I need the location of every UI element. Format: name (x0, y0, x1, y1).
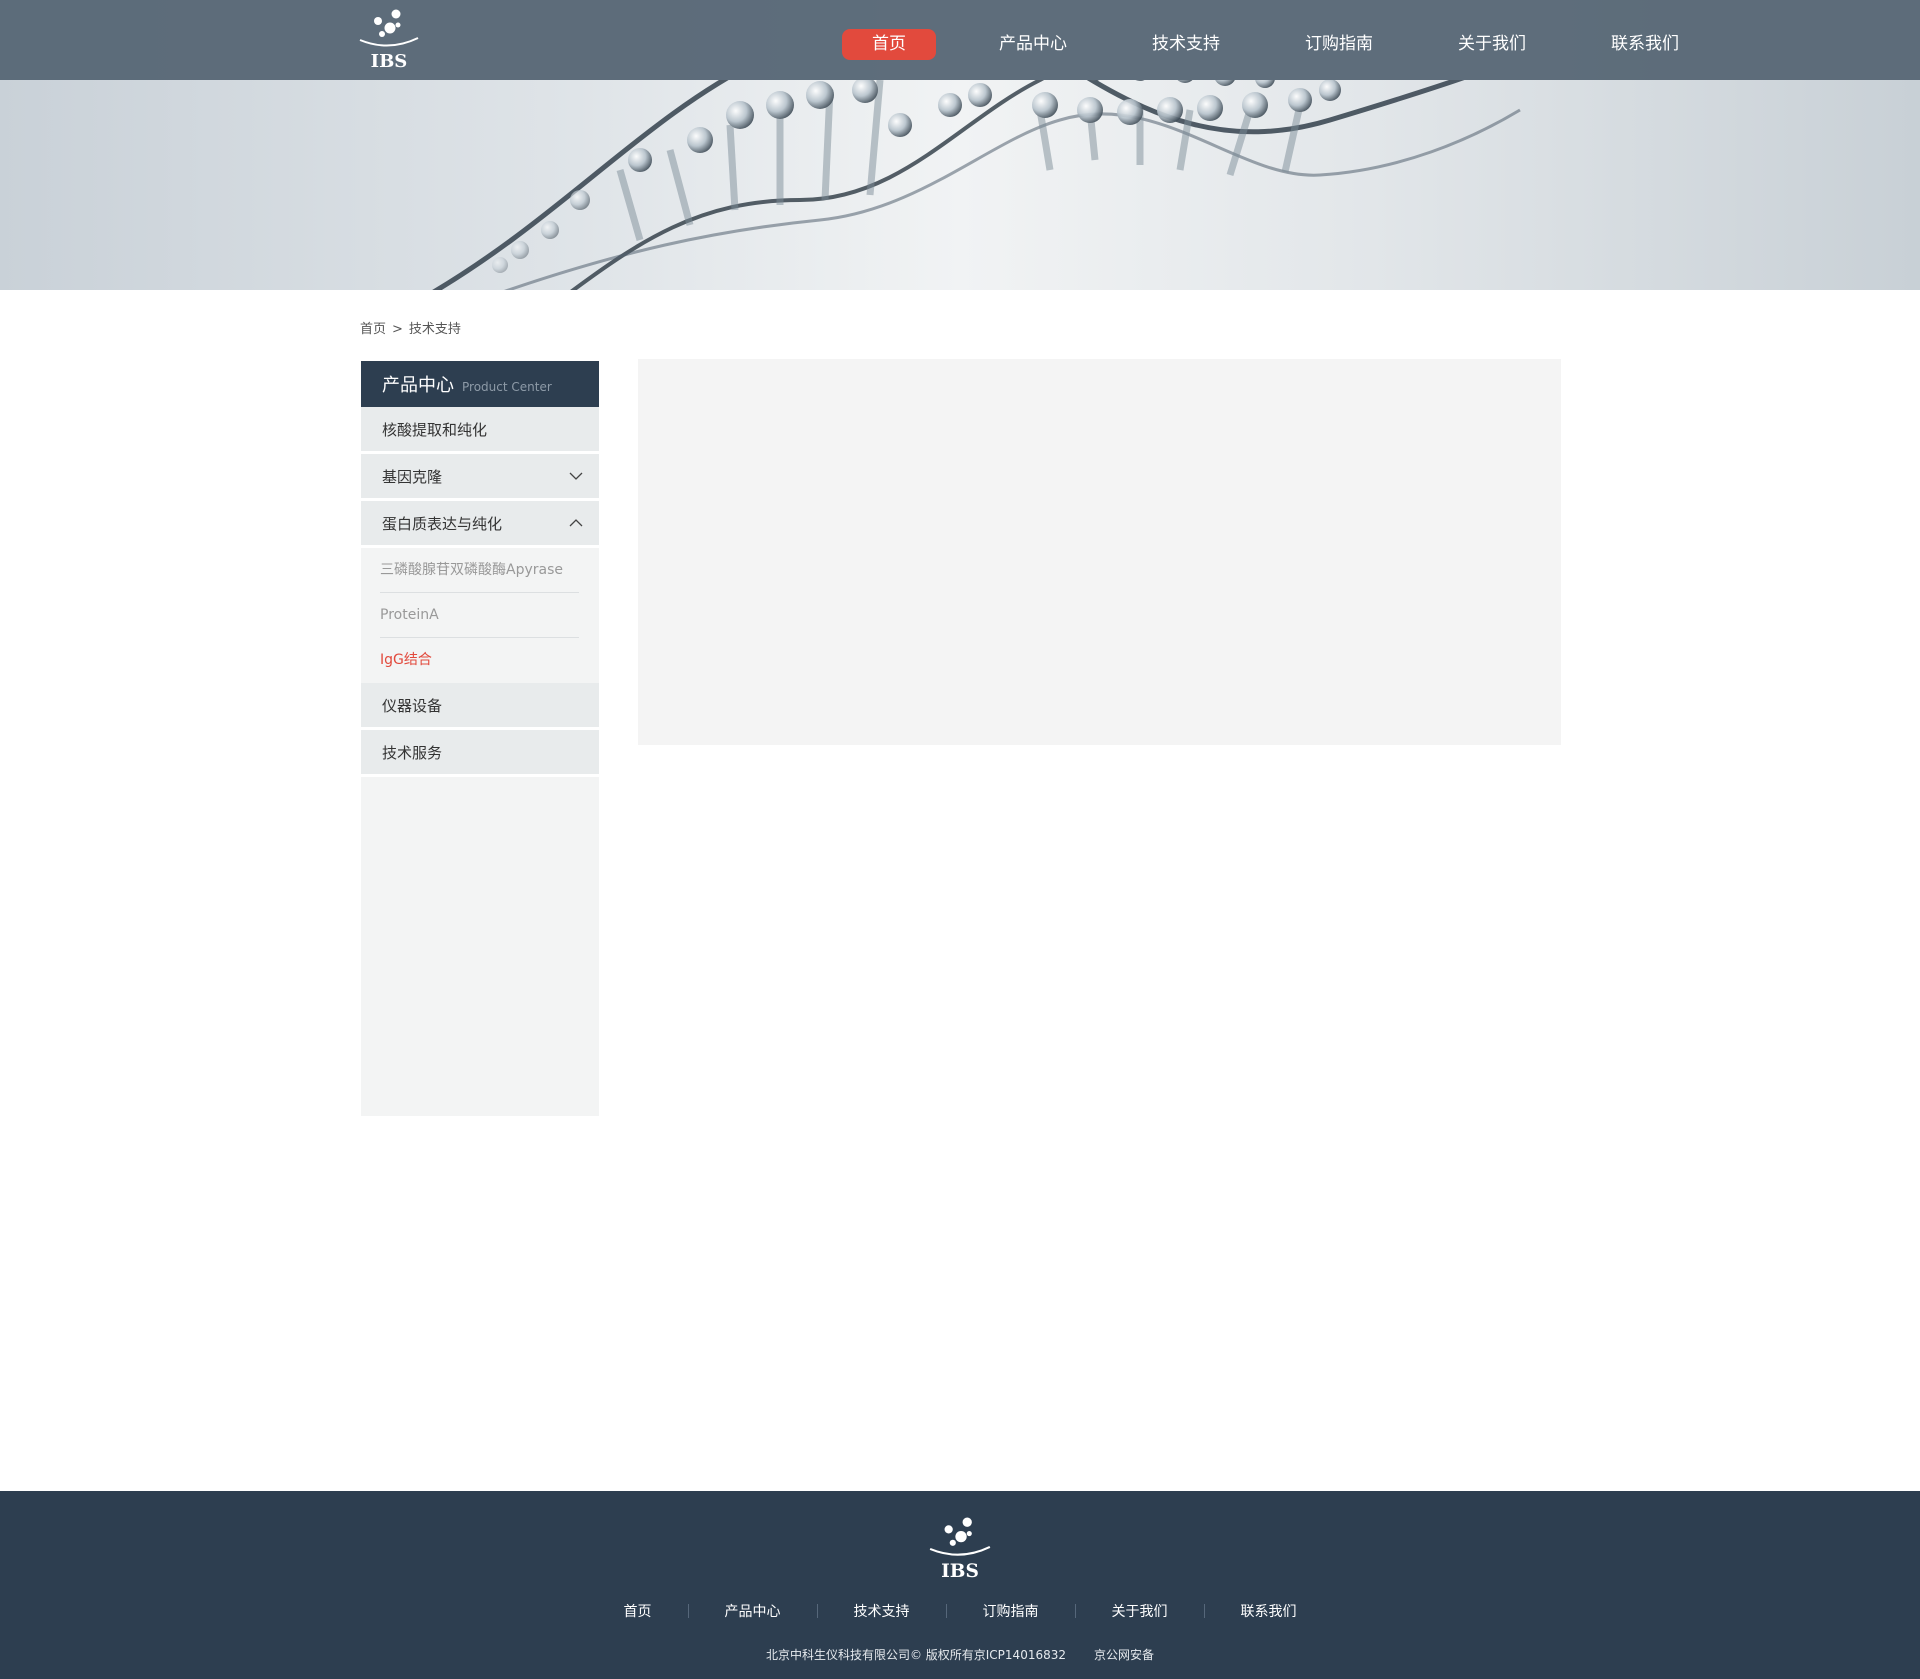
police-record-link[interactable]: 京公网安备 (1094, 1648, 1154, 1662)
sidebar-item-protein-expression[interactable]: 蛋白质表达与纯化 (361, 501, 599, 548)
breadcrumb-separator: > (392, 322, 403, 337)
breadcrumb-current[interactable]: 技术支持 (409, 322, 461, 337)
sidebar-item-instruments[interactable]: 仪器设备 (361, 683, 599, 730)
sidebar-item-label: 蛋白质表达与纯化 (382, 514, 503, 533)
sidebar-item-label: 技术服务 (382, 743, 443, 762)
sidebar-item-label: 仪器设备 (382, 696, 443, 715)
footer-link-products[interactable]: 产品中心 (689, 1601, 817, 1621)
logo-text: IBS (371, 51, 408, 72)
nav-item-tech-support[interactable]: 技术支持 (1130, 29, 1242, 60)
sidebar-subitem-apyrase[interactable]: 三磷酸腺苷双磷酸酶Apyrase (380, 548, 579, 593)
footer-link-contact[interactable]: 联系我们 (1205, 1601, 1333, 1621)
sidebar-title: 产品中心 (382, 375, 454, 396)
hero-banner: IBS 首页 产品中心 技术支持 订购指南 关于我们 联系我们 (0, 0, 1920, 290)
sidebar-subitem-proteina[interactable]: ProteinA (380, 593, 579, 638)
sidebar-item-label: 基因克隆 (382, 467, 443, 486)
content-panel (638, 359, 1561, 745)
sidebar-item-gene-cloning[interactable]: 基因克隆 (361, 454, 599, 501)
footer-link-home[interactable]: 首页 (588, 1601, 688, 1621)
chevron-up-icon (569, 519, 583, 527)
sidebar-subtitle: Product Center (462, 380, 552, 394)
sidebar-header: 产品中心 Product Center (361, 361, 599, 407)
sidebar-subitems: 三磷酸腺苷双磷酸酶Apyrase ProteinA IgG结合 (361, 548, 599, 683)
nav-item-about[interactable]: 关于我们 (1436, 29, 1548, 60)
breadcrumb: 首页 > 技术支持 (360, 318, 461, 337)
ibs-logo[interactable]: IBS (356, 8, 422, 74)
footer-link-tech-support[interactable]: 技术支持 (818, 1601, 946, 1621)
sidebar-item-label: 核酸提取和纯化 (382, 420, 488, 439)
footer-ibs-logo[interactable]: IBS (926, 1516, 994, 1584)
footer-logo-text: IBS (941, 1561, 979, 1582)
nav-item-contact[interactable]: 联系我们 (1589, 29, 1701, 60)
nav-item-products[interactable]: 产品中心 (977, 29, 1089, 60)
sidebar-item-nucleic-acid[interactable]: 核酸提取和纯化 (361, 407, 599, 454)
chevron-down-icon (569, 472, 583, 480)
footer-link-ordering-guide[interactable]: 订购指南 (947, 1601, 1075, 1621)
sidebar-subitem-igg-binding[interactable]: IgG结合 (380, 638, 579, 683)
footer-nav: 首页 产品中心 技术支持 订购指南 关于我们 联系我们 (0, 1601, 1920, 1621)
main-nav: 首页 产品中心 技术支持 订购指南 关于我们 联系我们 (842, 29, 1701, 60)
nav-item-home[interactable]: 首页 (842, 29, 936, 60)
sidebar: 产品中心 Product Center 核酸提取和纯化 基因克隆 蛋白质表达与纯… (361, 361, 599, 1116)
footer-copyright: 北京中科生仪科技有限公司© 版权所有京ICP14016832 京公网安备 (0, 1646, 1920, 1663)
nav-item-ordering-guide[interactable]: 订购指南 (1283, 29, 1395, 60)
footer-link-about[interactable]: 关于我们 (1076, 1601, 1204, 1621)
sidebar-item-tech-service[interactable]: 技术服务 (361, 730, 599, 777)
copyright-text: 北京中科生仪科技有限公司© 版权所有京ICP14016832 (765, 1648, 1067, 1662)
footer: IBS 首页 产品中心 技术支持 订购指南 关于我们 联系我们 北京中科生仪科技… (0, 1491, 1920, 1679)
breadcrumb-home[interactable]: 首页 (360, 322, 386, 337)
